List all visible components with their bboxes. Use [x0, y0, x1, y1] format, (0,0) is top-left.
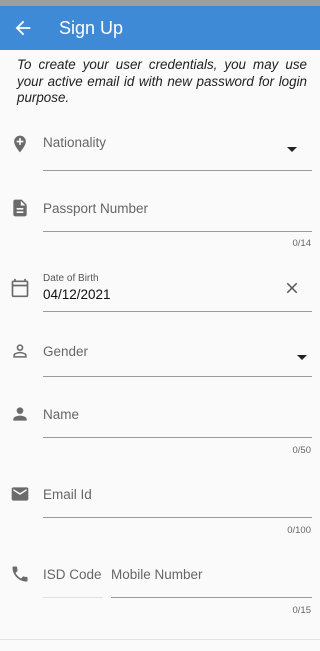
phone-icon — [10, 564, 30, 584]
gender-dropdown[interactable]: Gender — [0, 339, 320, 381]
document-icon — [10, 198, 30, 218]
dropdown-caret-icon — [287, 147, 297, 152]
mobile-number-field[interactable]: Mobile Number — [111, 562, 312, 598]
email-field[interactable]: Email Id 0/100 — [0, 482, 320, 538]
passport-number-underline — [43, 231, 312, 232]
email-underline — [43, 517, 312, 518]
date-of-birth-value: 04/12/2021 — [43, 287, 111, 302]
passport-number-label: Passport Number — [43, 201, 149, 216]
close-icon[interactable] — [283, 279, 301, 297]
mobile-number-counter: 0/15 — [292, 605, 312, 616]
calendar-icon — [10, 278, 30, 298]
passport-number-counter: 0/14 — [292, 238, 312, 249]
bottom-divider — [0, 639, 320, 640]
person-outline-icon — [10, 341, 30, 361]
passport-number-field[interactable]: Passport Number 0/14 — [0, 196, 320, 250]
dropdown-caret-icon — [297, 355, 307, 360]
name-underline — [43, 437, 312, 438]
mobile-row: ISD Code Mobile Number 0/15 — [0, 562, 320, 618]
intro-text: To create your user credentials, you may… — [17, 57, 307, 105]
gender-label: Gender — [43, 344, 89, 359]
mobile-number-label: Mobile Number — [111, 567, 203, 582]
page-title: Sign Up — [59, 18, 124, 38]
email-label: Email Id — [43, 487, 92, 502]
app-bar: Sign Up — [0, 6, 320, 50]
isd-code-underline — [43, 597, 103, 598]
name-counter: 0/50 — [292, 445, 312, 456]
name-field[interactable]: Name 0/50 — [0, 402, 320, 458]
date-of-birth-label: Date of Birth — [43, 273, 99, 284]
mobile-number-underline — [111, 597, 312, 598]
name-label: Name — [43, 407, 80, 422]
date-of-birth-field[interactable]: Date of Birth 04/12/2021 — [0, 270, 320, 314]
arrow-back-icon[interactable] — [12, 17, 34, 39]
isd-code-field[interactable]: ISD Code — [43, 562, 103, 598]
nationality-dropdown[interactable]: Nationality — [0, 130, 320, 172]
person-icon — [10, 404, 30, 424]
isd-code-label: ISD Code — [43, 567, 102, 582]
email-counter: 0/100 — [287, 525, 311, 536]
location-pin-icon — [10, 134, 30, 154]
mail-icon — [10, 484, 30, 504]
nationality-underline — [43, 170, 312, 171]
nationality-label: Nationality — [43, 135, 107, 150]
date-of-birth-underline — [43, 311, 312, 312]
gender-underline — [43, 376, 312, 377]
